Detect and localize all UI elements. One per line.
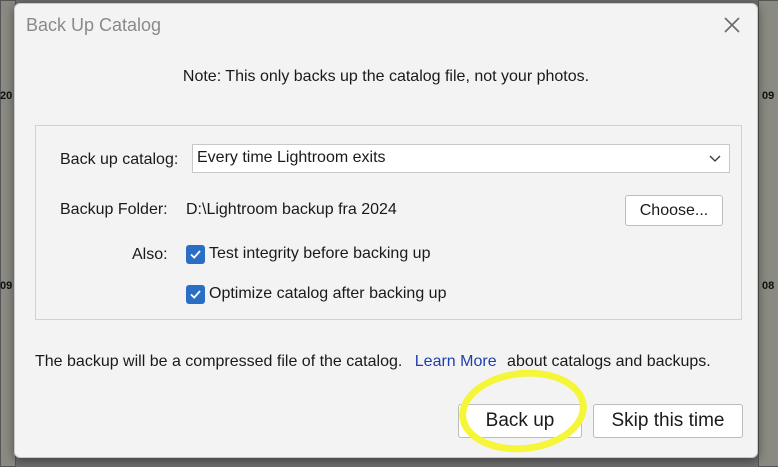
- backup-folder-label: Backup Folder:: [60, 201, 168, 218]
- background-label: 20: [0, 90, 13, 102]
- skip-this-time-button[interactable]: Skip this time: [593, 404, 743, 438]
- background-photo: [758, 0, 778, 467]
- back-up-button[interactable]: Back up: [458, 404, 582, 438]
- options-panel: Back up catalog: Every time Lightroom ex…: [35, 125, 742, 320]
- note-text: Note: This only backs up the catalog fil…: [182, 68, 590, 85]
- close-icon: [724, 17, 740, 33]
- optimize-catalog-label[interactable]: Optimize catalog after backing up: [209, 285, 446, 303]
- back-up-catalog-dialog: Back Up Catalog Note: This only backs up…: [14, 3, 758, 459]
- optimize-catalog-checkbox[interactable]: [186, 285, 205, 304]
- background-label: 09: [762, 90, 775, 102]
- footer-info-text: The backup will be a compressed file of …: [35, 353, 403, 370]
- footer-info: The backup will be a compressed file of …: [35, 353, 711, 371]
- background-label: 09: [0, 280, 13, 292]
- chevron-down-icon: [709, 155, 721, 162]
- also-label: Also:: [132, 246, 168, 263]
- backup-frequency-select[interactable]: Every time Lightroom exits: [192, 144, 730, 173]
- test-integrity-label[interactable]: Test integrity before backing up: [209, 245, 430, 263]
- footer-info-suffix: about catalogs and backups.: [507, 353, 711, 370]
- dialog-title: Back Up Catalog: [26, 15, 162, 35]
- close-button[interactable]: [719, 12, 745, 38]
- backup-catalog-label: Back up catalog:: [60, 151, 179, 168]
- learn-more-link[interactable]: Learn More: [415, 353, 497, 370]
- backup-frequency-value: Every time Lightroom exits: [197, 149, 386, 166]
- choose-folder-button[interactable]: Choose...: [625, 195, 723, 226]
- test-integrity-checkbox[interactable]: [186, 245, 205, 264]
- backup-folder-path: D:\Lightroom backup fra 2024: [186, 201, 397, 218]
- checkmark-icon: [190, 290, 201, 299]
- checkmark-icon: [190, 250, 201, 259]
- background-label: 08: [762, 280, 775, 292]
